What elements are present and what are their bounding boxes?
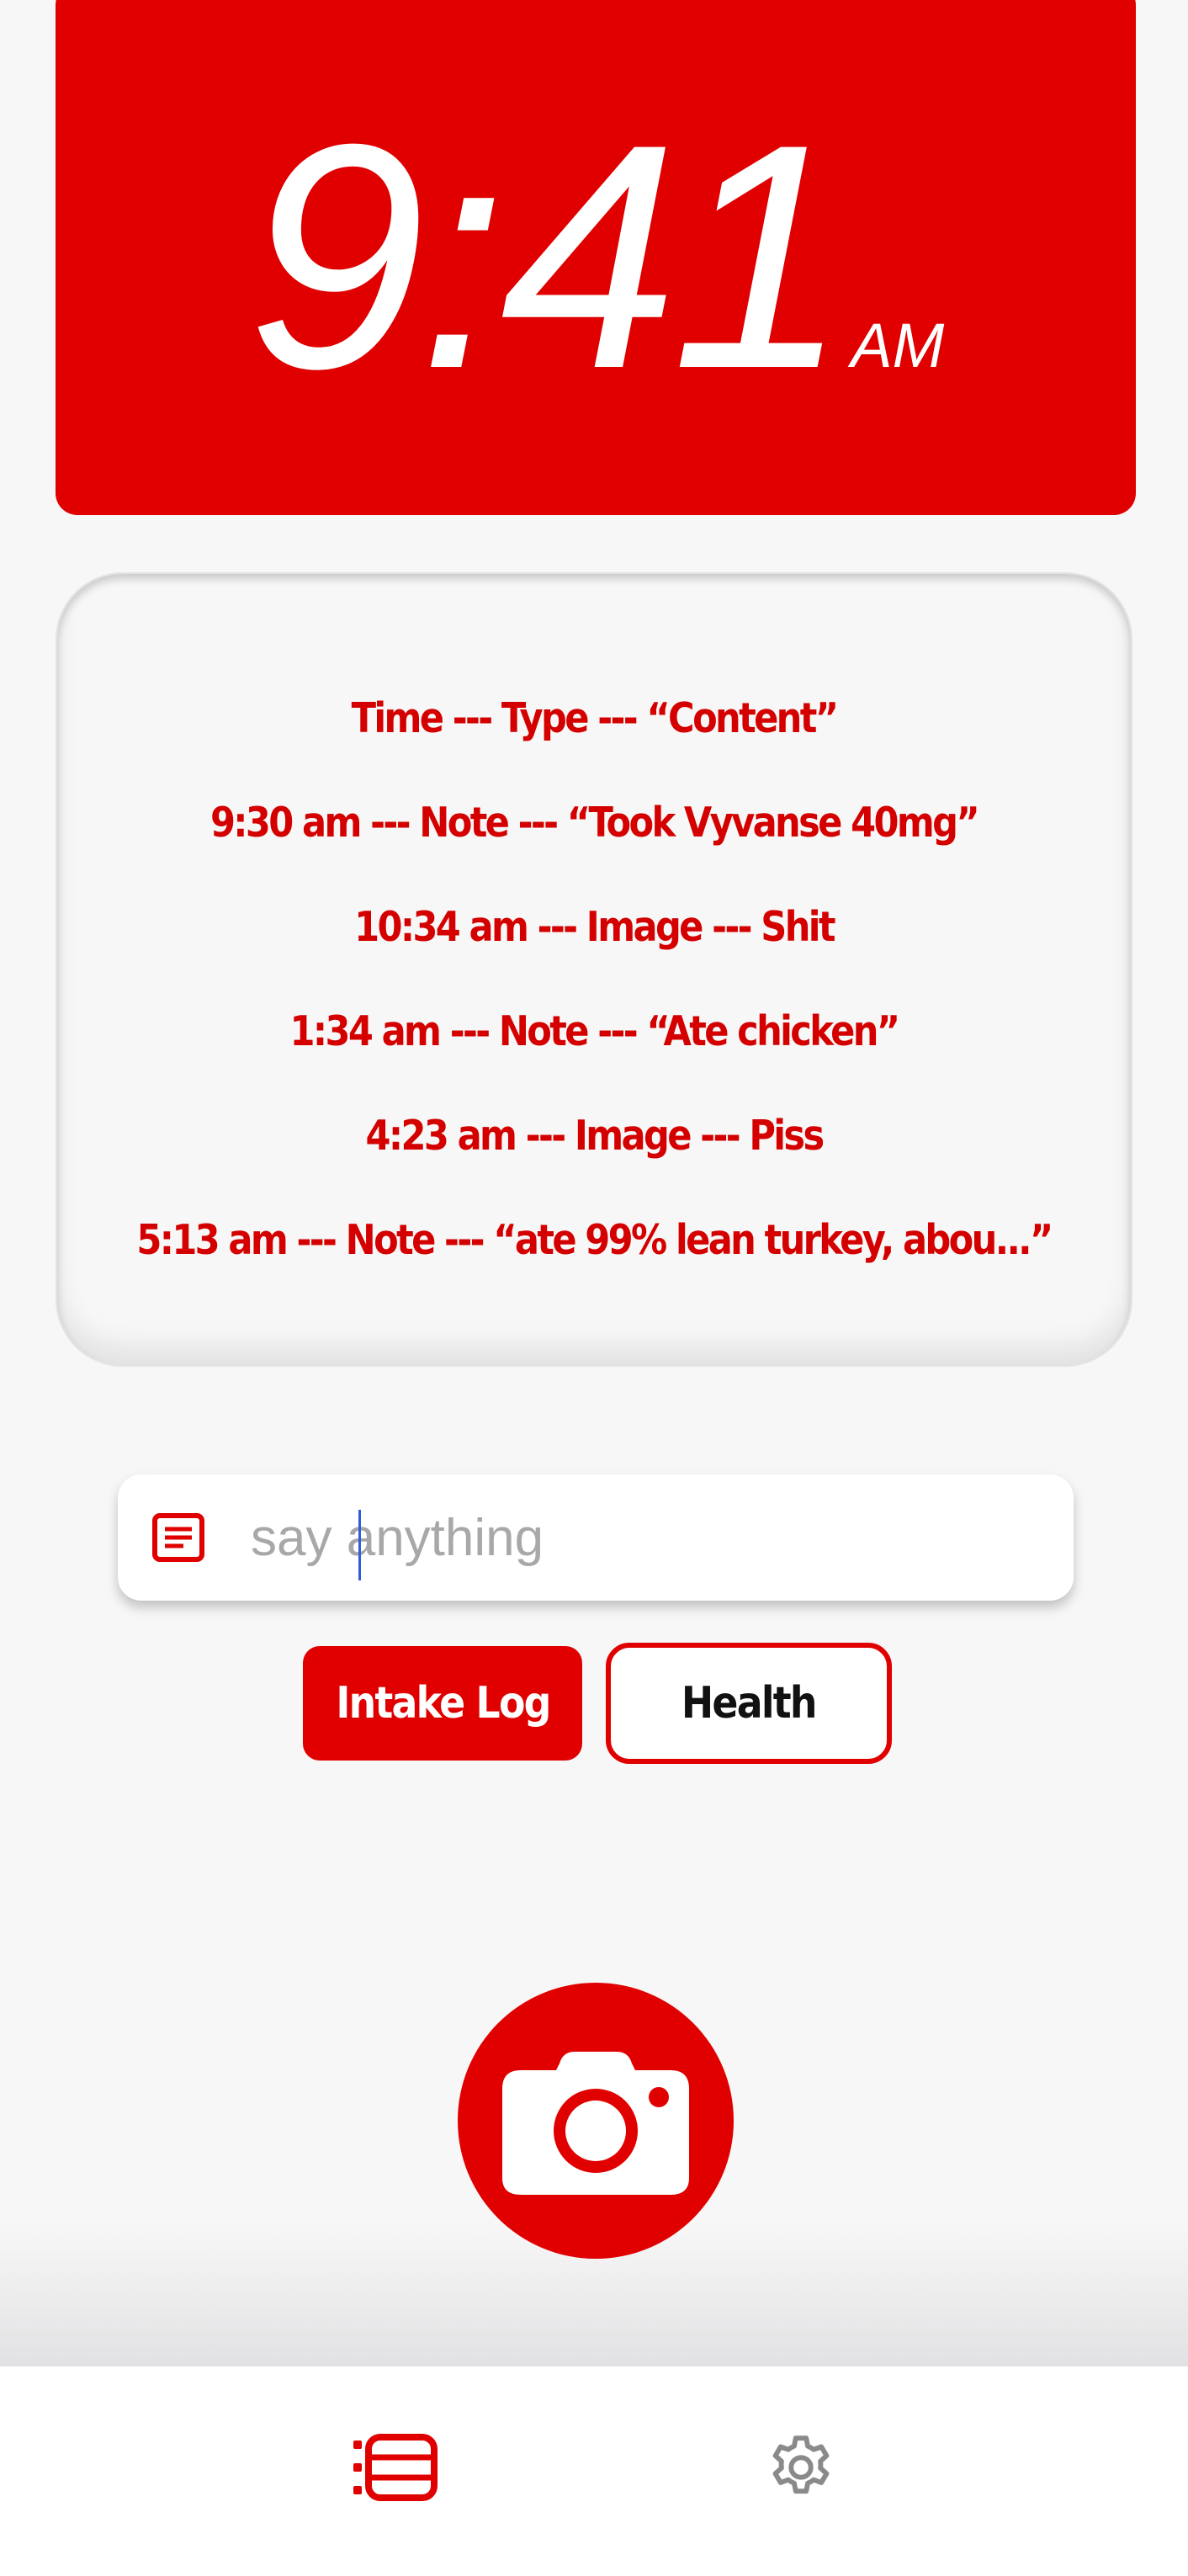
clock-time-value: 9:41 xyxy=(247,77,850,435)
tab-intake-log[interactable] xyxy=(345,2417,446,2518)
log-entry[interactable]: 4:23 am --- Image --- Piss xyxy=(122,1084,1067,1188)
note-icon xyxy=(152,1513,204,1562)
tab-settings[interactable] xyxy=(750,2417,851,2518)
note-input[interactable] xyxy=(242,1500,1042,1575)
intake-log-card: Time --- Type --- “Content” 9:30 am --- … xyxy=(56,572,1132,1367)
log-entry[interactable]: 10:34 am --- Image --- Shit xyxy=(122,875,1067,980)
log-entry[interactable]: 9:30 am --- Note --- “Took Vyvanse 40mg” xyxy=(122,771,1067,875)
log-list: Time --- Type --- “Content” 9:30 am --- … xyxy=(57,667,1131,1293)
tab-bar xyxy=(0,2366,1188,2576)
camera-icon xyxy=(502,2052,689,2195)
intake-log-button[interactable]: Intake Log xyxy=(303,1646,582,1761)
intake-list-icon xyxy=(353,2434,438,2501)
clock-period: AM xyxy=(851,311,945,380)
log-header-row: Time --- Type --- “Content” xyxy=(351,694,839,742)
note-input-container[interactable] xyxy=(118,1474,1074,1601)
text-caret xyxy=(358,1510,361,1580)
log-entry[interactable]: 1:34 am --- Note --- “Ate chicken” xyxy=(122,980,1067,1084)
clock-time: 9:41 AM xyxy=(56,97,1136,417)
gear-icon xyxy=(772,2435,830,2494)
camera-button[interactable] xyxy=(458,1983,734,2259)
health-button[interactable]: Health xyxy=(606,1643,892,1764)
log-entry[interactable]: 5:13 am --- Note --- “ate 99% lean turke… xyxy=(122,1188,1067,1293)
clock-card: 9:41 AM xyxy=(56,0,1136,515)
health-button-label: Health xyxy=(682,1678,818,1729)
intake-log-button-label: Intake Log xyxy=(335,1678,551,1729)
